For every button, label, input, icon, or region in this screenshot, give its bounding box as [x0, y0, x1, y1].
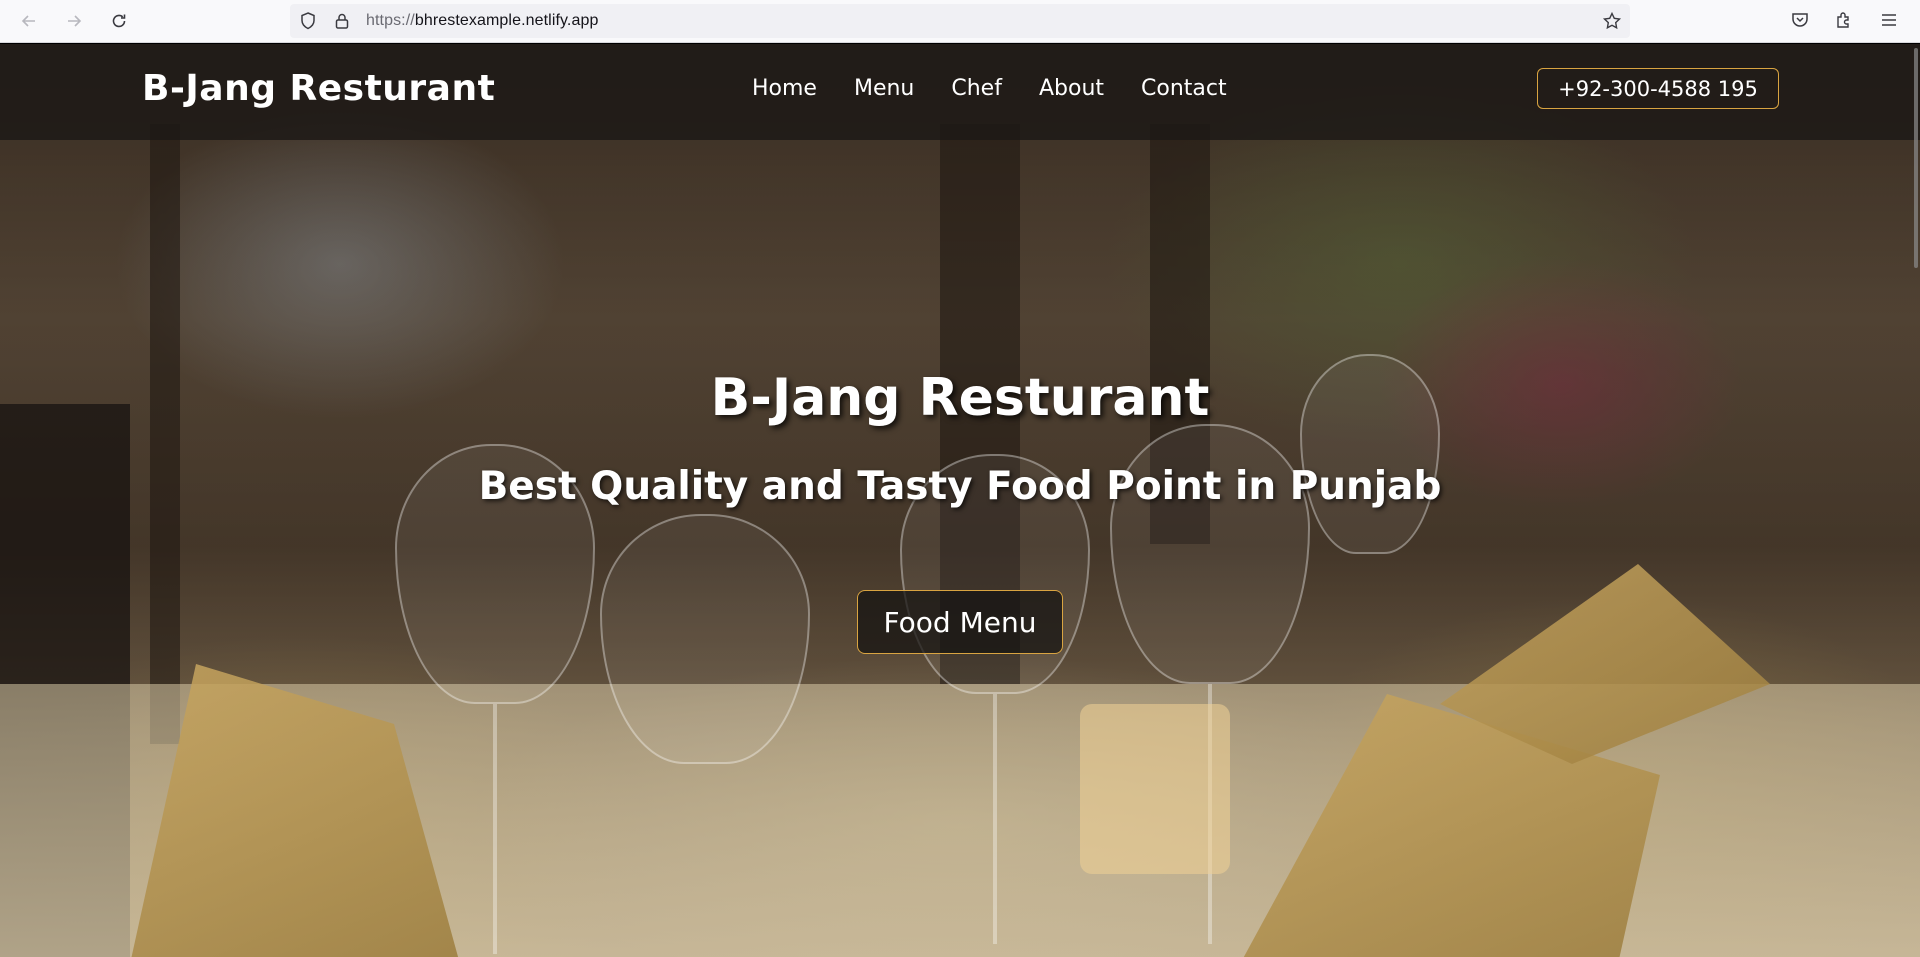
hero-subtitle: Best Quality and Tasty Food Point in Pun… [478, 464, 1442, 509]
nav-link-contact[interactable]: Contact [1141, 76, 1227, 101]
lock-icon[interactable] [332, 11, 352, 31]
reload-button[interactable] [104, 6, 134, 36]
shield-icon[interactable] [298, 11, 318, 31]
hamburger-menu-icon [1882, 14, 1896, 26]
url-host: bhrestexample.netlify.app [414, 12, 599, 29]
glass-stem [993, 694, 997, 944]
bookmark-star-icon[interactable] [1602, 11, 1622, 31]
extensions-button[interactable] [1832, 8, 1856, 32]
address-bar[interactable]: https://bhrestexample.netlify.app [290, 4, 1630, 38]
browser-toolbar: https://bhrestexample.netlify.app [0, 0, 1920, 43]
food-menu-button[interactable]: Food Menu [857, 590, 1063, 654]
arrow-left-icon [21, 15, 35, 27]
glass-stem [493, 704, 497, 954]
wine-glass [600, 514, 810, 764]
puzzle-icon [1837, 12, 1849, 28]
reload-icon [112, 14, 126, 28]
url-scheme: https:// [366, 12, 415, 29]
nav-link-home[interactable]: Home [752, 76, 817, 101]
table-cloth [0, 684, 1920, 957]
background-pillar [150, 124, 180, 744]
nav-link-chef[interactable]: Chef [951, 76, 1002, 101]
arrow-right-icon [68, 15, 82, 27]
candle-holder [1080, 704, 1230, 874]
nav-link-about[interactable]: About [1039, 76, 1104, 101]
napkin [1440, 564, 1770, 764]
hero-title: B-Jang Resturant [710, 368, 1210, 428]
napkin [130, 664, 460, 957]
main-menu: Home Menu Chef About Contact [752, 76, 1227, 101]
site-navbar: B-Jang Resturant Home Menu Chef About Co… [0, 44, 1920, 140]
url-text[interactable]: https://bhrestexample.netlify.app [366, 12, 598, 30]
phone-button[interactable]: +92-300-4588 195 [1537, 68, 1779, 109]
wine-glass [1110, 424, 1310, 684]
pocket-icon [1792, 13, 1808, 27]
glass-stem [1208, 684, 1212, 944]
napkin [1240, 694, 1660, 957]
back-button[interactable] [14, 6, 44, 36]
app-menu-button[interactable] [1877, 8, 1901, 32]
nav-link-menu[interactable]: Menu [854, 76, 914, 101]
hero-section: B-Jang Resturant Home Menu Chef About Co… [0, 44, 1920, 957]
pocket-button[interactable] [1788, 8, 1812, 32]
forward-button[interactable] [59, 6, 89, 36]
brand-logo[interactable]: B-Jang Resturant [142, 68, 495, 109]
page-scrollbar[interactable] [1914, 48, 1918, 268]
